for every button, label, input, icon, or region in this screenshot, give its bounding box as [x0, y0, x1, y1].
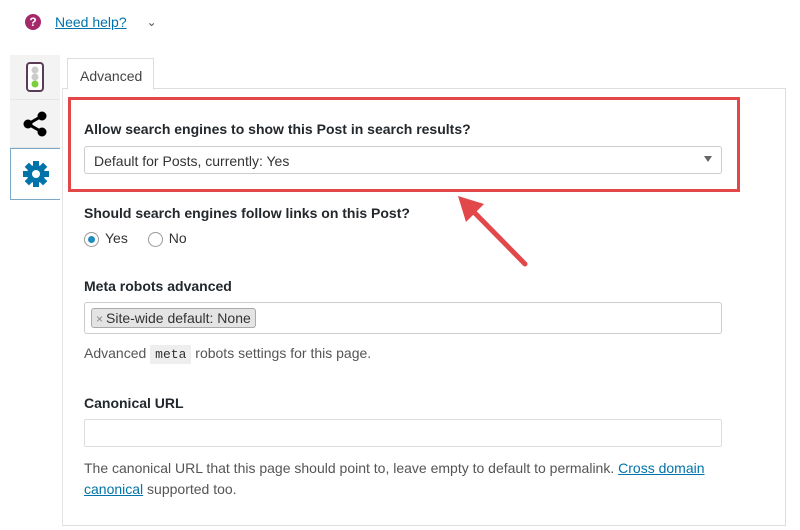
- sidebar-tab-advanced[interactable]: [10, 148, 60, 200]
- help-toggle[interactable]: ? Need help? ⌄: [25, 14, 157, 30]
- index-select-value: Default for Posts, currently: Yes: [94, 153, 290, 169]
- index-label: Allow search engines to show this Post i…: [84, 121, 471, 137]
- radio-yes[interactable]: [84, 231, 99, 247]
- follow-no-option[interactable]: No: [147, 230, 187, 247]
- follow-label: Should search engines follow links on th…: [84, 205, 410, 221]
- meta-robots-description: Advanced meta robots settings for this p…: [84, 345, 372, 364]
- share-icon: [23, 111, 47, 136]
- chevron-down-icon[interactable]: ⌄: [147, 15, 157, 29]
- question-circle-icon: ?: [25, 14, 41, 30]
- index-select[interactable]: Default for Posts, currently: Yes: [84, 146, 722, 174]
- radio-no[interactable]: [147, 231, 163, 247]
- meta-robots-label: Meta robots advanced: [84, 278, 232, 294]
- remove-chip-icon[interactable]: ×: [96, 312, 103, 326]
- gear-icon: [22, 161, 49, 187]
- highlight-box: [68, 97, 740, 192]
- sidebar-tab-social[interactable]: [10, 100, 60, 148]
- canonical-label: Canonical URL: [84, 395, 184, 411]
- traffic-light-icon: [26, 62, 44, 92]
- canonical-description: The canonical URL that this page should …: [84, 460, 705, 497]
- dropdown-arrow-icon: [704, 156, 712, 162]
- canonical-url-input[interactable]: [84, 419, 722, 447]
- follow-yes-option[interactable]: Yes: [84, 230, 128, 247]
- sidebar-tab-readability[interactable]: [10, 55, 60, 100]
- tab-advanced[interactable]: Advanced: [67, 58, 154, 90]
- follow-radio-group: Yes No: [84, 230, 187, 247]
- meta-robots-select[interactable]: × Site-wide default: None: [84, 302, 722, 334]
- need-help-link[interactable]: Need help?: [55, 14, 127, 30]
- red-arrow-annotation: [458, 196, 528, 267]
- meta-robots-chip: × Site-wide default: None: [91, 308, 256, 328]
